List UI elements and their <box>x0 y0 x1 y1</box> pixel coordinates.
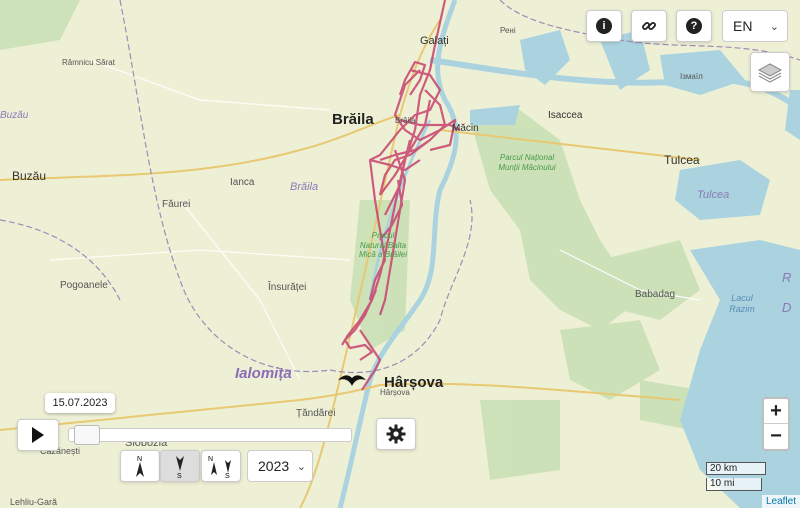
label-park-balta: Parcul Natural Balta Mică a Brăilei <box>358 231 407 260</box>
zoom-out-button[interactable]: − <box>764 424 788 449</box>
timeline-slider[interactable] <box>68 428 352 442</box>
info-icon: i <box>596 18 612 34</box>
label-delta-r: R <box>782 270 792 285</box>
label-tulcea-city: Tulcea <box>664 153 700 167</box>
date-tooltip: 15.07.2023 <box>45 393 115 413</box>
help-icon: ? <box>686 18 702 34</box>
scale-mi: 10 mi <box>706 478 762 491</box>
chevron-down-icon: ⌄ <box>296 460 306 473</box>
label-braila-region: Brăila <box>290 181 319 193</box>
label-braila-small: Brăila <box>395 116 416 125</box>
timeline-slider-handle[interactable] <box>73 425 100 445</box>
label-braila-city: Brăila <box>332 111 374 128</box>
orient-north-label-n: N <box>137 456 142 463</box>
label-isaccea: Isaccea <box>548 110 583 121</box>
language-value: EN <box>733 18 753 34</box>
label-macin: Măcin <box>452 123 479 134</box>
label-ianca: Ianca <box>230 177 255 188</box>
label-delta-d: D <box>782 300 792 315</box>
zoom-control: + − <box>762 397 790 451</box>
label-reni: Рені <box>500 26 516 35</box>
year-select[interactable]: 2023 ⌄ <box>247 450 313 482</box>
layers-button[interactable] <box>750 52 790 92</box>
label-faurei: Făurei <box>162 199 191 210</box>
label-park-macin: Parcul Național Munții Măcinului <box>498 153 556 172</box>
attribution-link[interactable]: Leaflet <box>761 495 800 508</box>
compass-north-icon: N <box>136 456 144 477</box>
label-buzau-city: Buzău <box>12 169 47 183</box>
settings-button[interactable] <box>376 418 416 450</box>
orient-both-label-s: S <box>225 473 230 479</box>
scale-km: 20 km <box>706 462 766 475</box>
info-button[interactable]: i <box>586 10 622 42</box>
play-icon <box>32 427 44 443</box>
label-tandarei: Țăndărei <box>296 408 336 419</box>
label-tulcea-region: Tulcea <box>697 189 730 201</box>
link-icon <box>642 22 656 30</box>
orientation-north-button[interactable]: N <box>120 450 160 482</box>
orientation-both-button[interactable]: N S <box>201 450 241 482</box>
layers-icon <box>757 63 783 83</box>
help-button[interactable]: ? <box>676 10 712 42</box>
label-galati: Galați <box>420 35 449 47</box>
chevron-down-icon: ⌄ <box>769 20 779 33</box>
label-ramnicu-sarat: Râmnicu Sărat <box>62 58 115 67</box>
orient-south-label-s: S <box>177 473 182 479</box>
label-lake-razim: Lacul Razim <box>729 293 755 314</box>
label-ialomita: Ialomița <box>235 365 292 382</box>
orientation-south-button[interactable]: S <box>160 450 200 482</box>
label-lehliu: Lehliu-Gară <box>10 497 58 507</box>
label-babadag: Babadag <box>635 289 676 300</box>
year-value: 2023 <box>258 458 290 474</box>
compass-south-icon: S <box>176 456 184 479</box>
label-insuratei: Însurăței <box>268 282 307 293</box>
share-link-button[interactable] <box>631 10 667 42</box>
play-button[interactable] <box>17 419 59 451</box>
language-select[interactable]: EN ⌄ <box>722 10 788 42</box>
label-pogoanele: Pogoanele <box>60 280 108 291</box>
compass-both-icon: N S <box>208 456 231 479</box>
orient-both-label-n: N <box>208 456 213 463</box>
label-harsova-small: Hârșova <box>380 388 410 397</box>
zoom-in-button[interactable]: + <box>764 399 788 424</box>
label-buzau-region: Buzău <box>0 110 29 121</box>
label-izmail: Ізмаїл <box>680 72 703 81</box>
gear-icon <box>386 424 406 444</box>
